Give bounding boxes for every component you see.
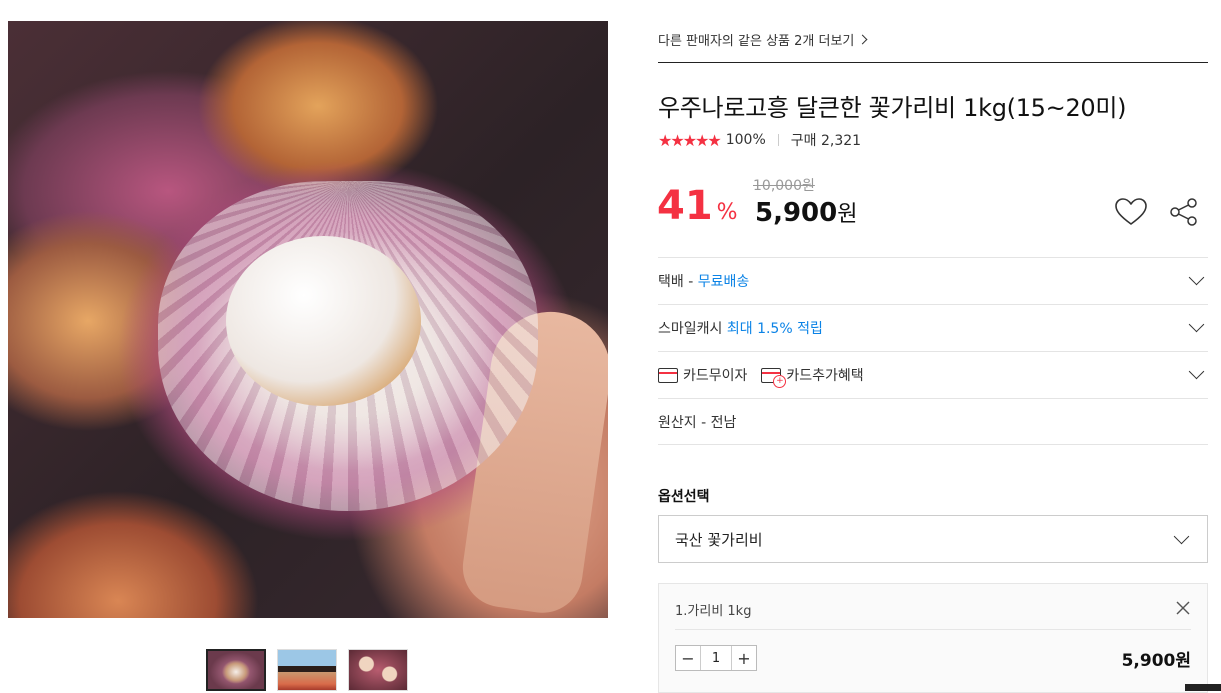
divider (658, 62, 1208, 63)
delivery-row[interactable]: 택배 - 무료배송 (658, 257, 1208, 304)
origin-label: 원산지 - 전남 (658, 414, 737, 431)
close-icon[interactable] (1173, 598, 1193, 618)
divider (675, 629, 1191, 630)
selected-option-name: 1.가리비 1kg (675, 604, 752, 619)
chevron-down-icon (1188, 363, 1205, 380)
card-benefits-label: 카드추가혜택 (786, 368, 864, 384)
main-product-image (8, 21, 608, 618)
smilecash-row[interactable]: 스마일캐시 최대 1.5% 적립 (658, 304, 1208, 351)
discount-rate-value: 41 (657, 183, 713, 229)
divider (777, 134, 779, 146)
credit-card-icon (658, 367, 678, 383)
chevron-down-icon (1188, 269, 1205, 286)
scallop-meat-shape (226, 236, 421, 406)
smilecash-label: 스마일캐시 (658, 321, 727, 337)
purchase-count: 구매 2,321 (790, 133, 862, 149)
option-select-value: 국산 꽃가리비 (675, 530, 763, 549)
other-sellers-label: 다른 판매자의 같은 상품 2개 더보기 (658, 34, 855, 49)
rating-row: ★★★★★ 100% 구매 2,321 (658, 130, 861, 150)
heart-icon[interactable] (1114, 197, 1148, 227)
thumbnail-list (206, 649, 408, 691)
sale-price-value: 5,900 (755, 198, 838, 228)
discount-rate: 41% (657, 184, 738, 235)
smilecash-value: 최대 1.5% 적립 (726, 321, 823, 337)
thumbnail-fisherman[interactable] (277, 649, 337, 691)
sale-price: 5,900원 (755, 196, 858, 228)
quantity-input[interactable]: 1 (700, 646, 732, 670)
chevron-right-icon (857, 34, 868, 45)
selected-option-box: 1.가리비 1kg − 1 + 5,900원 (658, 583, 1208, 693)
card-benefits-row[interactable]: 카드무이자 카드추가혜택 (658, 351, 1208, 398)
selected-option-price: 5,900원 (1121, 651, 1191, 671)
chevron-down-icon (1188, 316, 1205, 333)
product-title: 우주나로고흥 달큰한 꽃가리비 1kg(15~20미) (658, 94, 1127, 122)
thumbnail-scallops-pile[interactable] (348, 649, 408, 691)
increase-quantity-button[interactable]: + (732, 646, 756, 670)
origin-row: 원산지 - 전남 (658, 398, 1208, 445)
option-section-label: 옵션선택 (658, 489, 710, 505)
sale-price-unit: 원 (837, 202, 858, 227)
card-interest-free-label: 카드무이자 (683, 368, 748, 384)
card-plus-icon (761, 367, 787, 388)
thumbnail-scallop-hand[interactable] (206, 649, 266, 691)
chevron-down-icon (1173, 528, 1190, 545)
quantity-stepper: − 1 + (675, 645, 757, 671)
star-rating-icon: ★★★★★ (658, 130, 722, 150)
original-price: 10,000원 (753, 178, 815, 194)
share-icon[interactable] (1168, 196, 1200, 228)
discount-rate-unit: % (716, 200, 738, 225)
delivery-label: 택배 - (658, 274, 698, 290)
cropped-element (1185, 684, 1221, 691)
decrease-quantity-button[interactable]: − (676, 646, 700, 670)
delivery-value: 무료배송 (697, 274, 750, 290)
rating-percent: 100% (725, 132, 766, 148)
option-select[interactable]: 국산 꽃가리비 (658, 515, 1208, 563)
other-sellers-link[interactable]: 다른 판매자의 같은 상품 2개 더보기 (658, 30, 868, 49)
